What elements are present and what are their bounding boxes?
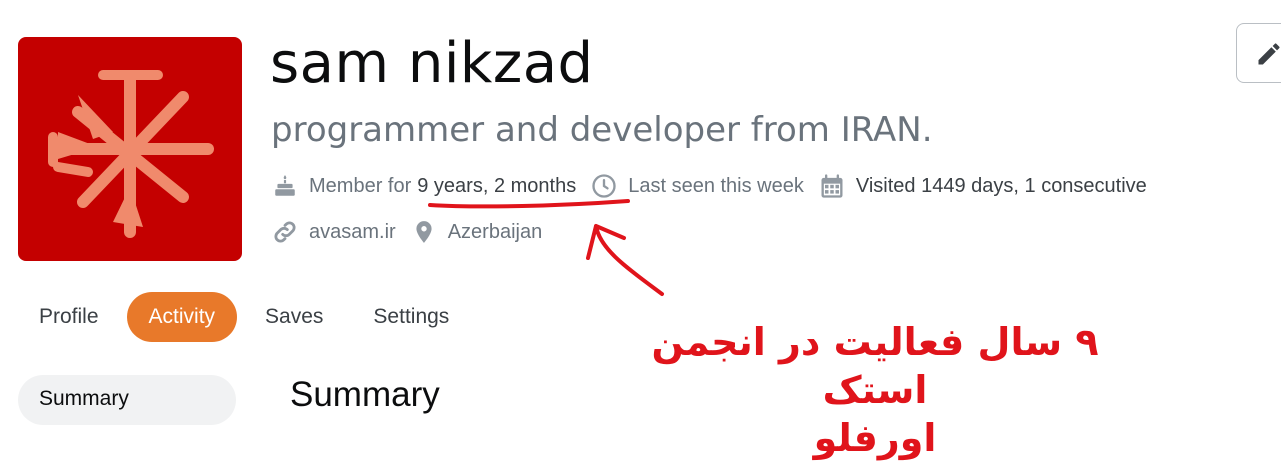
sidebar-item-summary[interactable]: Summary bbox=[18, 375, 236, 425]
annotation-line-2: اورفلو bbox=[813, 416, 937, 460]
profile-links-row: avasam.ir Azerbaijan bbox=[271, 218, 556, 246]
cake-icon bbox=[271, 172, 299, 200]
tab-profile[interactable]: Profile bbox=[18, 292, 121, 342]
calendar-icon bbox=[818, 172, 846, 200]
tab-activity[interactable]: Activity bbox=[126, 292, 238, 342]
annotation-underline bbox=[428, 199, 630, 209]
tab-settings[interactable]: Settings bbox=[351, 292, 471, 342]
last-seen: Last seen this week bbox=[590, 172, 804, 200]
member-since: Member for 9 years, 2 months bbox=[271, 172, 576, 200]
annotation-arrow bbox=[586, 224, 664, 296]
avatar bbox=[18, 37, 242, 261]
profile-tagline: programmer and developer from IRAN. bbox=[271, 110, 933, 150]
location-text: Azerbaijan bbox=[447, 220, 543, 243]
annotation-text: ۹ سال فعالیت در انجمن استک اورفلو bbox=[600, 318, 1150, 462]
website-link[interactable]: avasam.ir bbox=[309, 221, 396, 244]
profile-name: sam nikzad bbox=[270, 31, 594, 96]
clock-icon bbox=[590, 172, 618, 200]
edit-profile-button[interactable] bbox=[1236, 23, 1281, 83]
last-seen-text: Last seen this week bbox=[628, 174, 804, 197]
member-duration: 9 years, 2 months bbox=[417, 174, 577, 197]
tab-saves[interactable]: Saves bbox=[243, 292, 345, 342]
section-title: Summary bbox=[290, 375, 440, 414]
visited-text: Visited 1449 days, 1 consecutive bbox=[855, 174, 1147, 197]
member-prefix: Member for bbox=[309, 174, 412, 197]
link-icon bbox=[271, 218, 299, 246]
avatar-logo-image bbox=[18, 37, 242, 261]
website[interactable]: avasam.ir bbox=[271, 218, 396, 246]
map-pin-icon bbox=[410, 218, 438, 246]
visited: Visited 1449 days, 1 consecutive bbox=[818, 172, 1147, 200]
profile-tabs: Profile Activity Saves Settings bbox=[18, 292, 477, 342]
location: Azerbaijan bbox=[410, 218, 543, 246]
pencil-icon bbox=[1255, 40, 1281, 73]
profile-meta-row: Member for 9 years, 2 months Last seen t… bbox=[271, 172, 1161, 200]
annotation-line-1: ۹ سال فعالیت در انجمن استک bbox=[651, 320, 1099, 412]
